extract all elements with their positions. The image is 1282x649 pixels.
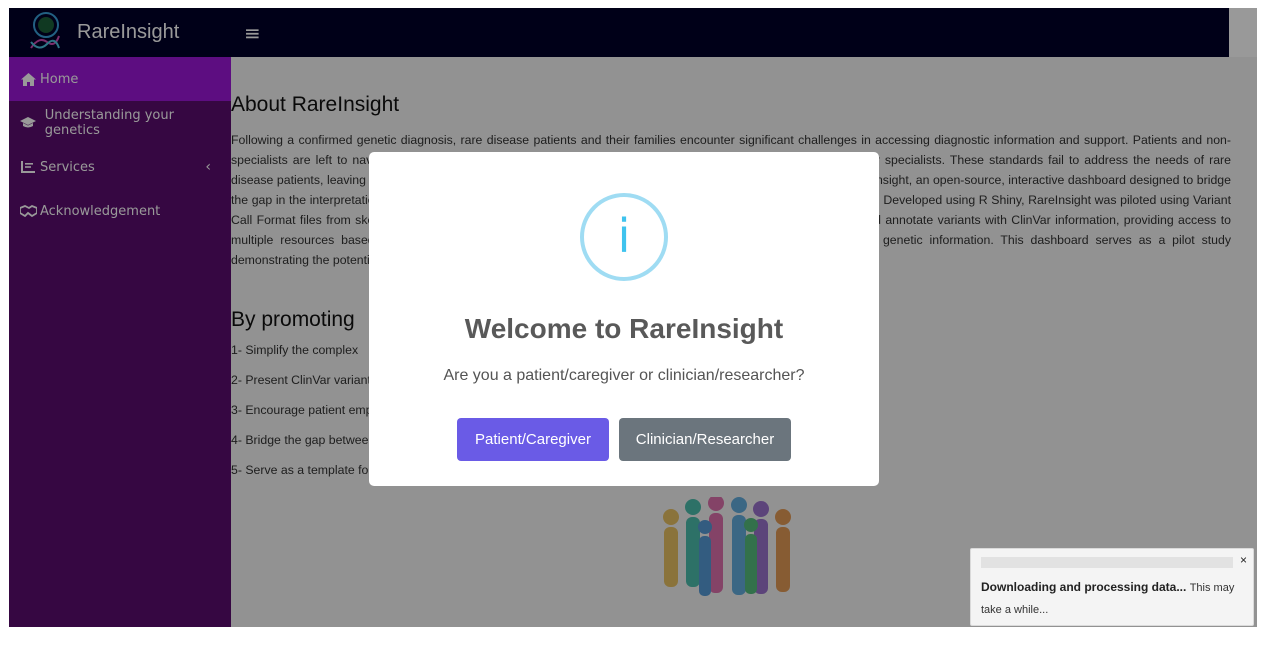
notification-message: This may [1189,582,1235,594]
progress-notification: × Downloading and processing data... Thi… [970,548,1254,626]
close-icon[interactable]: × [1240,553,1247,567]
patient-caregiver-button[interactable]: Patient/Caregiver [457,418,609,461]
notification-text: Downloading and processing data... This … [981,577,1243,621]
welcome-modal: i Welcome to RareInsight Are you a patie… [369,152,879,486]
notification-title: Downloading and processing data... [981,580,1187,594]
modal-title: Welcome to RareInsight [464,313,784,344]
progress-bar [981,557,1233,568]
info-icon: i [580,193,668,281]
notification-message-cont: take a while... [981,604,1049,616]
clinician-researcher-button[interactable]: Clinician/Researcher [619,418,791,461]
modal-question: Are you a patient/caregiver or clinician… [443,367,805,384]
